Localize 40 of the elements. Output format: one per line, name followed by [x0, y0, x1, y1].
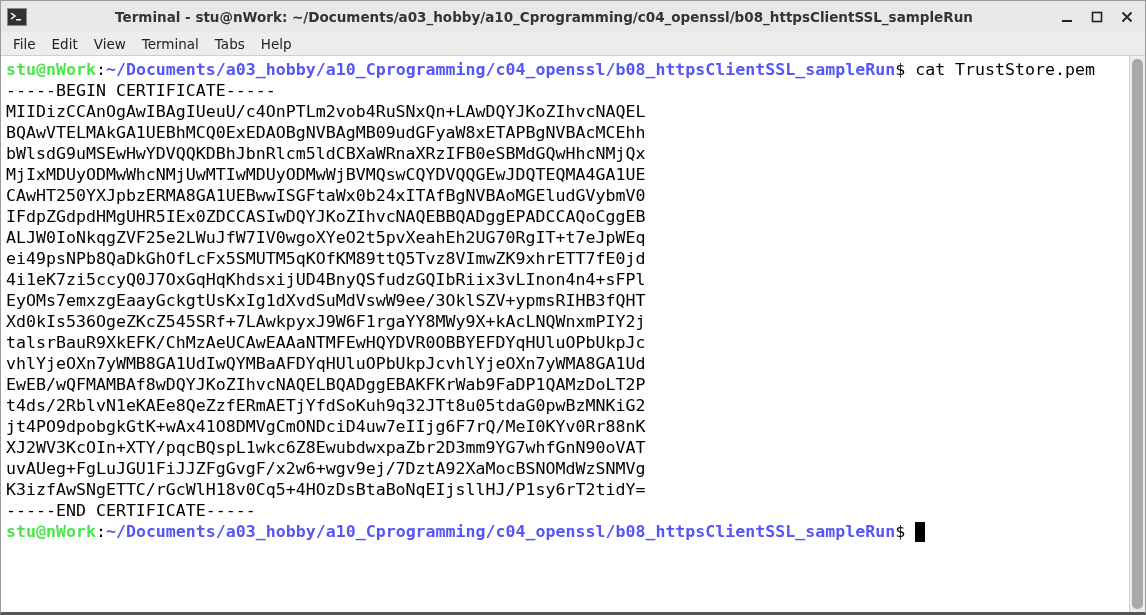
prompt-path: ~/Documents/a03_hobby/a10_Cprogramming/c04_openssl/b08_httpsClientSSL_sampleRun: [105, 59, 896, 80]
menu-item[interactable]: Tabs: [206, 35, 253, 52]
output-line: MIIDizCCAnOgAwIBAgIUeuU/c4OnPTLm2vob4RuSNxQn+LAwDQYJKoZIhvcNAQEL: [6, 101, 646, 122]
output-line: -----END CERTIFICATE-----: [6, 500, 256, 521]
prompt-user-host: stu@nWork: [6, 59, 96, 80]
prompt-user-host: stu@nWork: [6, 521, 96, 542]
window-title: Terminal - stu@nWork: ~/Documents/a03_hobby/a10_Cprogramming/c04_openssl/b08_httpsClientSSL_sampleRun: [114, 8, 974, 25]
terminal-icon: [7, 7, 27, 26]
output-line: XJ2WV3KcOIn+XTY/pqcBQspL1wkc6Z8EwubdwxpaZbr2D3mm9YG7whfGnN90oVAT: [6, 437, 646, 458]
output-line: talsrBauR9XkEFK/ChMzAeUCAwEAAaNTMFEwHQYDVR0OBBYEFDYqHUluOPbUkpJc: [6, 332, 646, 353]
output-line: Xd0kIs536OgeZKcZ545SRf+7LAwkpyxJ9W6F1rgaYY8MWy9X+kAcLNQWnxmPIY2j: [6, 311, 646, 332]
output-line: ei49psNPb8QaDkGhOfLcFx5SMUTM5qKOfKM89ttQ5Tvz8VImwZK9xhrETT7fE0jd: [6, 248, 646, 269]
output-line: 4i1eK7zi5ccyQ0J7OxGqHqKhdsxijUD4BnyQSfudzGQIbRiix3vLInon4n4+sFPl: [6, 269, 646, 290]
prompt-separator: :: [95, 59, 106, 80]
maximize-icon[interactable]: [1091, 10, 1103, 23]
output-line: uvAUeg+FgLuJGU1FiJJZFgGvgF/x2w6+wgv9ej/7DztA92XaMocBSNOMdWzSNMVg: [6, 458, 646, 479]
menu-item[interactable]: View: [85, 35, 134, 52]
output-line: -----BEGIN CERTIFICATE-----: [6, 80, 276, 101]
output-line: K3izfAwSNgETTC/rGcWlH18v0Cq5+4HOzDsBtaBoNqEIjsllHJ/P1sy6rT2tidY=: [6, 479, 646, 500]
output-line: EyOMs7emxzgEaayGckgtUsKxIg1dXvdSuMdVswW9ee/3OklSZV+ypmsRIHB3fQHT: [6, 290, 646, 311]
close-icon[interactable]: [1121, 10, 1133, 23]
output-line: EwEB/wQFMAMBAf8wDQYJKoZIhvcNAQELBQADggEBAKFKrWab9FaDP1QAMzDoLT2P: [6, 374, 646, 395]
output-line: CAwHT250YXJpbzERMA8GA1UEBwwISGFtaWx0b24xITAfBgNVBAoMGEludGVybmV0: [6, 185, 646, 206]
output-line: bWlsdG9uMSEwHwYDVQQKDBhJbnRlcm5ldCBXaWRnaXRzIFB0eSBMdGQwHhcNMjQx: [6, 143, 646, 164]
menu-item[interactable]: Edit: [43, 35, 86, 52]
command-text: cat TrustStore.pem: [915, 59, 1095, 80]
output-line: BQAwVTELMAkGA1UEBhMCQ0ExEDAOBgNVBAgMB09udGFyaW8xETAPBgNVBAcMCEhh: [6, 122, 646, 143]
prompt-symbol: $: [895, 521, 906, 542]
output-line: ALJW0IoNkqgZVF25e2LWuJfW7IV0wgoXYeO2t5pvXeahEh2UG70RgIT+t7eJpWEq: [6, 227, 646, 248]
menu-item[interactable]: Terminal: [133, 35, 207, 52]
prompt-path: ~/Documents/a03_hobby/a10_Cprogramming/c04_openssl/b08_httpsClientSSL_sampleRun: [105, 521, 896, 542]
output-line: t4ds/2RblvN1eKAEe8QeZzfERmAETjYfdSoKuh9q32JTt8u05tdaG0pwBzMNKiG2: [6, 395, 646, 416]
output-line: MjIxMDUyODMwWhcNMjUwMTIwMDUyODMwWjBVMQswCQYDVQQGEwJDQTEQMA4GA1UE: [6, 164, 646, 185]
menu-item[interactable]: File: [5, 35, 44, 52]
prompt-symbol: $: [895, 59, 906, 80]
output-line: IFdpZGdpdHMgUHR5IEx0ZDCCASIwDQYJKoZIhvcNAQEBBQADggEPADCCAQoCggEB: [6, 206, 646, 227]
output-line: vhlYjeOXn7yWMB8GA1UdIwQYMBaAFDYqHUluOPbUkpJcvhlYjeOXn7yWMA8GA1Ud: [6, 353, 646, 374]
prompt-separator: :: [95, 521, 106, 542]
output-line: jt4PO9dpobgkGtK+wAx41O8DMVgCmONDciD4uw7eIIjg6F7rQ/MeI0KYv0Rr88nK: [6, 416, 646, 437]
menu-item[interactable]: Help: [252, 35, 300, 52]
